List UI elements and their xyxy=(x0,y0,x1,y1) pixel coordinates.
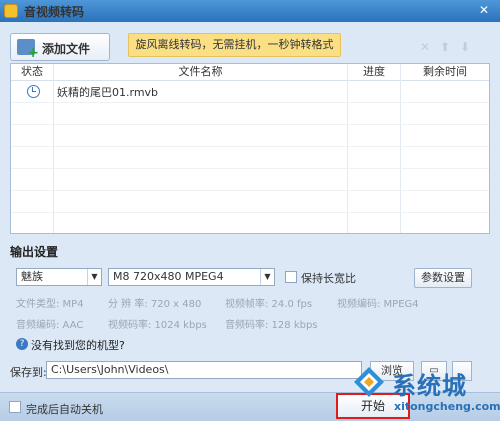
file-name-cell: 妖精的尾巴01.rmvb xyxy=(57,86,159,99)
delete-icon[interactable]: ✕ xyxy=(420,40,430,54)
spec-audio-codec: 音频编码: AAC xyxy=(16,320,84,331)
table-row[interactable]: 妖精的尾巴01.rmvb xyxy=(11,81,489,102)
row-divider xyxy=(11,168,489,169)
column-header-remaining-time[interactable]: 剩余时间 xyxy=(401,64,489,80)
column-header-progress[interactable]: 进度 xyxy=(348,64,400,80)
spec-resolution: 分 辨 率: 720 x 480 xyxy=(108,299,202,310)
spec-audio-bitrate: 音频码率: 128 kbps xyxy=(225,320,318,331)
app-icon xyxy=(4,4,18,18)
add-file-button[interactable]: 添加文件 xyxy=(10,33,110,61)
clock-icon xyxy=(27,85,40,98)
device-brand-select[interactable]: 魅族 ▼ xyxy=(16,268,102,286)
spec-video-fps: 视频帧率: 24.0 fps xyxy=(225,299,313,310)
save-path-input[interactable]: C:\Users\John\Videos\ xyxy=(46,361,362,379)
window-title: 音视频转码 xyxy=(24,5,85,19)
move-down-icon[interactable]: ⬇ xyxy=(460,40,470,54)
auto-shutdown-label[interactable]: 完成后自动关机 xyxy=(26,401,103,417)
move-up-icon[interactable]: ⬆ xyxy=(440,40,450,54)
column-header-file-name[interactable]: 文件名称 xyxy=(54,64,347,80)
row-divider xyxy=(11,124,489,125)
row-divider xyxy=(11,102,489,103)
device-not-found-link[interactable]: 没有找到您的机型? xyxy=(31,337,125,353)
spec-file-type: 文件类型: MP4 xyxy=(16,299,84,310)
row-divider xyxy=(11,212,489,213)
keep-aspect-ratio-label[interactable]: 保持长宽比 xyxy=(301,270,356,286)
file-table[interactable]: 状态 文件名称 进度 剩余时间 妖精的尾巴01.rmvb xyxy=(10,63,490,234)
save-to-label: 保存到: xyxy=(10,366,47,379)
parameter-settings-button[interactable]: 参数设置 xyxy=(414,268,472,288)
close-button[interactable]: ✕ xyxy=(470,1,498,19)
promo-banner[interactable]: 旋风离线转码，无需挂机，一秒钟转格式 xyxy=(128,33,341,57)
auto-shutdown-checkbox[interactable] xyxy=(9,401,21,413)
chevron-down-icon: ▼ xyxy=(260,269,274,285)
help-icon: ? xyxy=(16,338,28,350)
column-header-status[interactable]: 状态 xyxy=(11,64,53,80)
spec-video-bitrate: 视频码率: 1024 kbps xyxy=(108,320,207,331)
chevron-down-icon: ▼ xyxy=(87,269,101,285)
keep-aspect-ratio-checkbox[interactable] xyxy=(285,271,297,283)
watermark-text: 系统城 xyxy=(392,372,467,400)
add-file-icon xyxy=(17,39,39,61)
output-settings-title: 输出设置 xyxy=(10,245,59,259)
watermark-logo xyxy=(354,367,384,397)
device-model-value: M8 720x480 MPEG4 xyxy=(113,270,224,283)
watermark-url: xitongcheng.com xyxy=(394,400,500,413)
device-brand-value: 魅族 xyxy=(21,270,43,283)
device-model-select[interactable]: M8 720x480 MPEG4 ▼ xyxy=(108,268,275,286)
add-file-label: 添加文件 xyxy=(42,42,91,56)
row-divider xyxy=(11,146,489,147)
row-divider xyxy=(11,190,489,191)
spec-video-codec: 视频编码: MPEG4 xyxy=(337,299,419,310)
